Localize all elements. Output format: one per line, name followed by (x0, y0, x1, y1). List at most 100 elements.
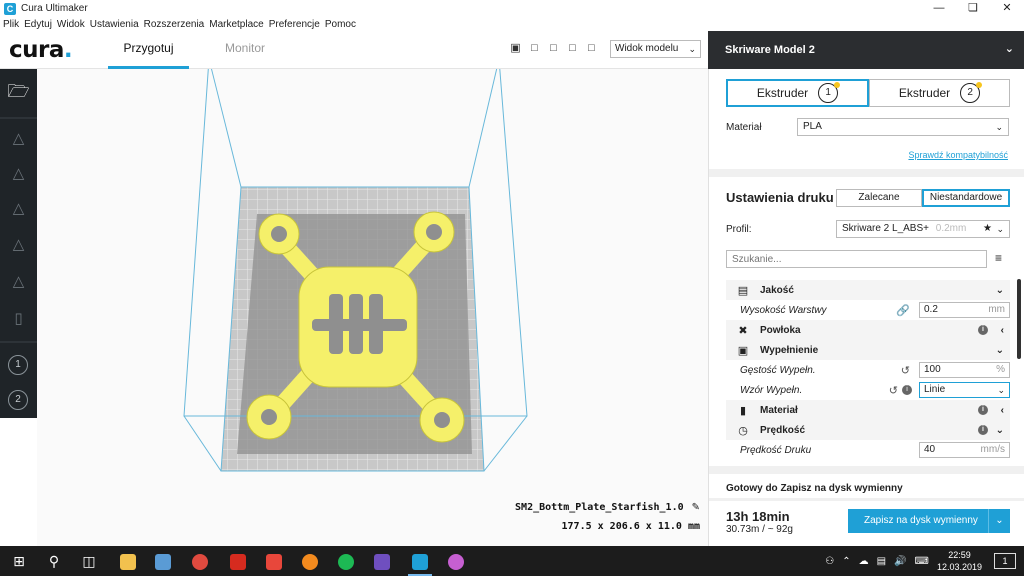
menu-pomoc[interactable]: Pomoc (325, 19, 356, 30)
custom-mode-button[interactable]: Niestandardowe (922, 189, 1010, 207)
mirror-tool-icon[interactable]: △ (0, 235, 37, 253)
category-infill[interactable]: ▣ Wypełnienie ⌄ (726, 340, 1010, 360)
check-compatibility-link[interactable]: Sprawdź kompatybilność (908, 150, 1008, 160)
menu-ustawienia[interactable]: Ustawienia (90, 19, 139, 30)
layer-height-input[interactable]: 0.2 mm (919, 302, 1010, 318)
infill-pattern-select[interactable]: Linie ⌄ (919, 382, 1010, 398)
menu-edytuj[interactable]: Edytuj (24, 19, 52, 30)
material-icon: ▮ (739, 404, 747, 417)
ready-status: Gotowy do Zapisz na dysk wymienny (726, 483, 903, 494)
info-icon[interactable]: i (978, 425, 988, 435)
category-quality[interactable]: ▤ Jakość ⌄ (726, 280, 1010, 300)
windows-start-icon[interactable]: ⊞ (3, 546, 35, 576)
spotify-icon[interactable] (330, 546, 362, 576)
category-material[interactable]: ▮ Materiał i ‹ (726, 400, 1010, 420)
move-tool-icon[interactable]: △ (0, 129, 37, 147)
material-select[interactable]: PLA ⌄ (797, 118, 1009, 136)
menu-bar: Plik Edytuj Widok Ustawienia Rozszerzeni… (0, 17, 361, 31)
support-blocker-icon[interactable]: ▯ (0, 309, 37, 327)
chevron-down-icon[interactable]: ⌄ (988, 509, 1010, 533)
view-type-select[interactable]: Widok modelu ⌄ (610, 40, 701, 58)
chevron-down-icon: ⌄ (995, 424, 1004, 436)
extruder-2-button[interactable]: 2 (8, 390, 28, 410)
reset-icon[interactable]: ↺ (889, 384, 898, 397)
menu-marketplace[interactable]: Marketplace (209, 19, 263, 30)
extruder-tab-1[interactable]: Ekstruder 1 (726, 79, 869, 107)
menu-widok[interactable]: Widok (57, 19, 85, 30)
right-view-icon[interactable]: □ (584, 42, 599, 55)
minimize-icon[interactable]: — (922, 0, 956, 17)
chrome-icon[interactable] (184, 546, 216, 576)
scale-tool-icon[interactable]: △ (0, 164, 37, 182)
link-icon[interactable]: 🔗 (896, 304, 910, 317)
setting-layer-height: Wysokość Warstwy 🔗 0.2 mm (726, 300, 1010, 320)
menu-preferencje[interactable]: Preferencje (269, 19, 320, 30)
pencil-icon[interactable]: ✎ (692, 502, 700, 513)
left-view-icon[interactable]: □ (565, 42, 580, 55)
hamburger-menu-icon[interactable]: ≡ (995, 251, 1002, 265)
infill-icon: ▣ (737, 344, 749, 357)
search-icon[interactable]: ⚲ (38, 546, 70, 576)
app-header: cura. Przygotuj Monitor ▣ □ □ □ □ Widok … (0, 31, 708, 69)
tab-prepare[interactable]: Przygotuj (108, 41, 189, 69)
chevron-up-icon[interactable]: ⌃ (842, 556, 850, 567)
info-icon[interactable]: i (978, 405, 988, 415)
material-label: Materiał (726, 122, 762, 133)
top-view-icon[interactable]: □ (546, 42, 561, 55)
front-view-icon[interactable]: □ (527, 42, 542, 55)
acrobat-icon[interactable] (222, 546, 254, 576)
keyboard-icon[interactable]: ⌨ (915, 556, 929, 567)
info-icon[interactable]: i (902, 385, 912, 395)
cura-taskbar-icon[interactable] (404, 546, 436, 576)
photos-icon[interactable] (147, 546, 179, 576)
notifications-icon[interactable]: 1 (994, 553, 1016, 569)
volume-icon[interactable]: 🔊 (894, 556, 906, 567)
printer-name: Skriware Model 2 (725, 44, 815, 56)
star-icon[interactable]: ★ (983, 221, 992, 237)
info-icon[interactable]: i (978, 325, 988, 335)
tab-monitor[interactable]: Monitor (225, 41, 265, 55)
category-label: Wypełnienie (760, 344, 819, 356)
panel-divider (709, 498, 1024, 501)
3d-viewport[interactable]: SM2_Bottm_Plate_Starfish_1.0 ✎ 177.5 x 20… (37, 69, 708, 546)
camera-view-buttons: ▣ □ □ □ □ (508, 42, 603, 55)
category-speed[interactable]: ◷ Prędkość i ⌄ (726, 420, 1010, 440)
chevron-down-icon: ⌄ (995, 344, 1004, 356)
network-icon[interactable]: ▤ (877, 556, 886, 567)
photo-viewer-icon[interactable] (440, 546, 472, 576)
app-icon[interactable] (258, 546, 290, 576)
settings-list: ▤ Jakość ⌄ Wysokość Warstwy 🔗 0.2 mm ✖ P… (726, 280, 1010, 460)
recommended-mode-button[interactable]: Zalecane (836, 189, 922, 207)
close-icon[interactable]: ✕ (990, 0, 1024, 17)
settings-scrollbar[interactable] (1017, 279, 1021, 359)
material-value: PLA (803, 121, 822, 132)
reset-icon[interactable]: ↺ (901, 364, 910, 377)
extruder-tab-2[interactable]: Ekstruder 2 (869, 79, 1010, 107)
menu-plik[interactable]: Plik (3, 19, 19, 30)
clock[interactable]: 22:59 12.03.2019 (937, 549, 982, 573)
people-icon[interactable]: ⚇ (825, 556, 834, 567)
setting-unit: mm (988, 304, 1005, 315)
onedrive-icon[interactable]: ☁ (859, 556, 869, 567)
rotate-tool-icon[interactable]: △ (0, 199, 37, 217)
save-button-label: Zapisz na dysk wymienny (864, 515, 978, 526)
maximize-icon[interactable]: ❏ (956, 0, 990, 17)
firefox-icon[interactable] (294, 546, 326, 576)
category-shell[interactable]: ✖ Powłoka i ‹ (726, 320, 1010, 340)
task-view-icon[interactable]: ◫ (73, 546, 105, 576)
print-speed-input[interactable]: 40 mm/s (919, 442, 1010, 458)
extruder-1-button[interactable]: 1 (8, 355, 28, 375)
settings-search-input[interactable] (726, 250, 987, 268)
profile-label: Profil: (726, 224, 752, 235)
infill-density-input[interactable]: 100 % (919, 362, 1010, 378)
open-file-icon[interactable]: 🗁 (0, 79, 37, 109)
profile-select[interactable]: Skriware 2 L_ABS+ 0.2mm ★ ⌄ (836, 220, 1010, 238)
per-model-settings-icon[interactable]: △ (0, 272, 37, 290)
setting-label: Wysokość Warstwy (740, 304, 827, 316)
menu-rozszerzenia[interactable]: Rozszerzenia (144, 19, 205, 30)
save-app-icon[interactable] (366, 546, 398, 576)
printer-selector[interactable]: Skriware Model 2 ⌄ (708, 31, 1024, 69)
save-to-removable-button[interactable]: Zapisz na dysk wymienny ⌄ (848, 509, 1010, 533)
3d-view-icon[interactable]: ▣ (508, 42, 523, 55)
file-explorer-icon[interactable] (112, 546, 144, 576)
